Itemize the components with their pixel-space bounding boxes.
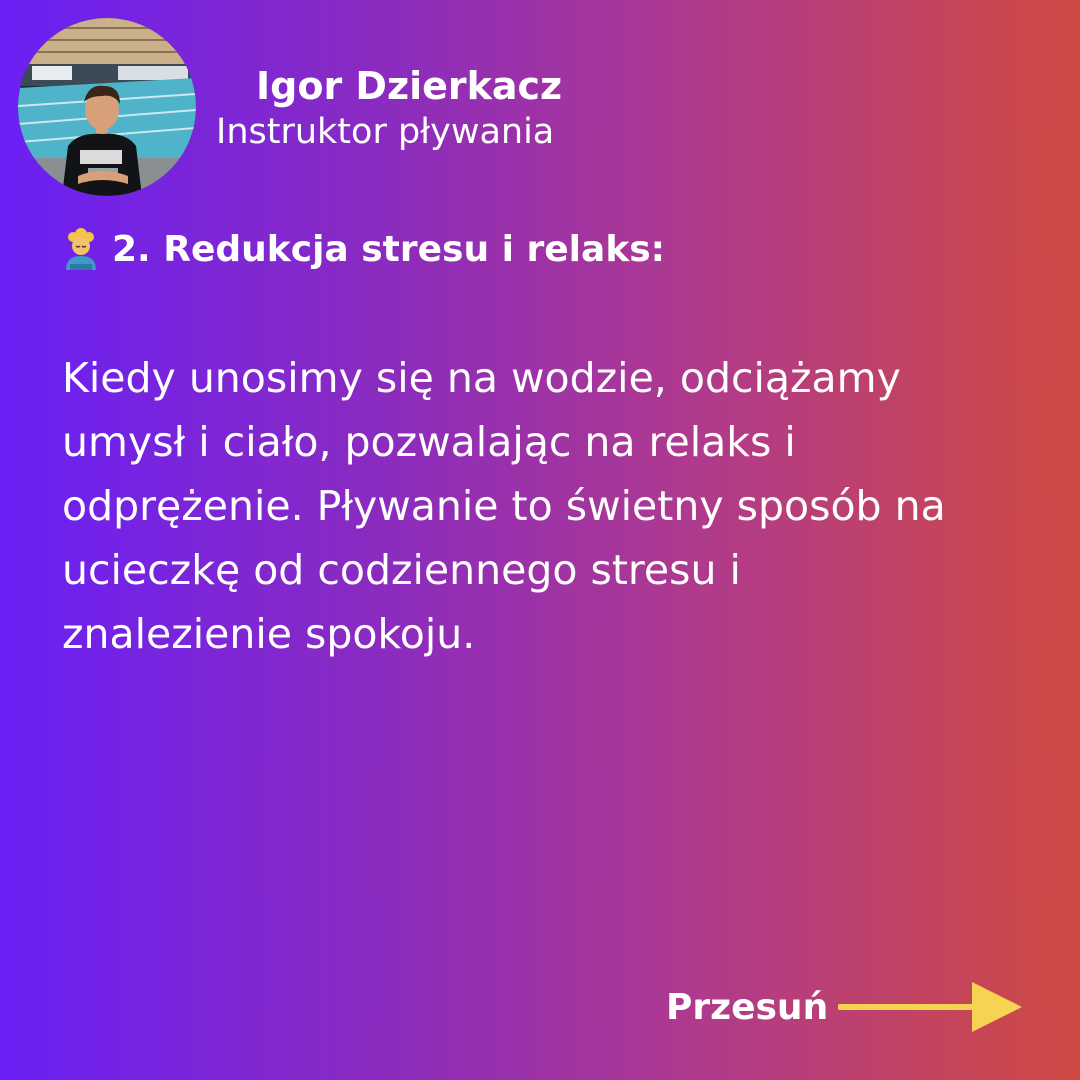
person-in-sauna-icon xyxy=(66,228,96,270)
body-line: znalezienie spokoju. xyxy=(62,610,476,658)
body-text: Kiedy unosimy się na wodzie, odciążamy u… xyxy=(62,346,1002,666)
body-line: Kiedy unosimy się na wodzie, odciążamy xyxy=(62,354,901,402)
avatar-photo xyxy=(18,18,196,196)
avatar xyxy=(18,18,196,196)
swipe-label[interactable]: Przesuń xyxy=(666,987,828,1028)
heading-text: 2. Redukcja stresu i relaks: xyxy=(112,228,666,270)
swipe-next-button[interactable]: Przesuń xyxy=(666,980,1024,1034)
section-heading: 2. Redukcja stresu i relaks: xyxy=(62,228,665,270)
body-line: umysł i ciało, pozwalając na relaks i xyxy=(62,418,796,466)
body-line: odprężenie. Pływanie to świetny sposób n… xyxy=(62,482,946,530)
arrow-right-icon[interactable] xyxy=(838,980,1024,1034)
author-name: Igor Dzierkacz xyxy=(256,64,563,108)
author-role: Instruktor pływania xyxy=(216,112,555,152)
body-line: ucieczkę od codziennego stresu i xyxy=(62,546,741,594)
slide: Igor Dzierkacz Instruktor pływania 2. Re… xyxy=(0,0,1080,1080)
